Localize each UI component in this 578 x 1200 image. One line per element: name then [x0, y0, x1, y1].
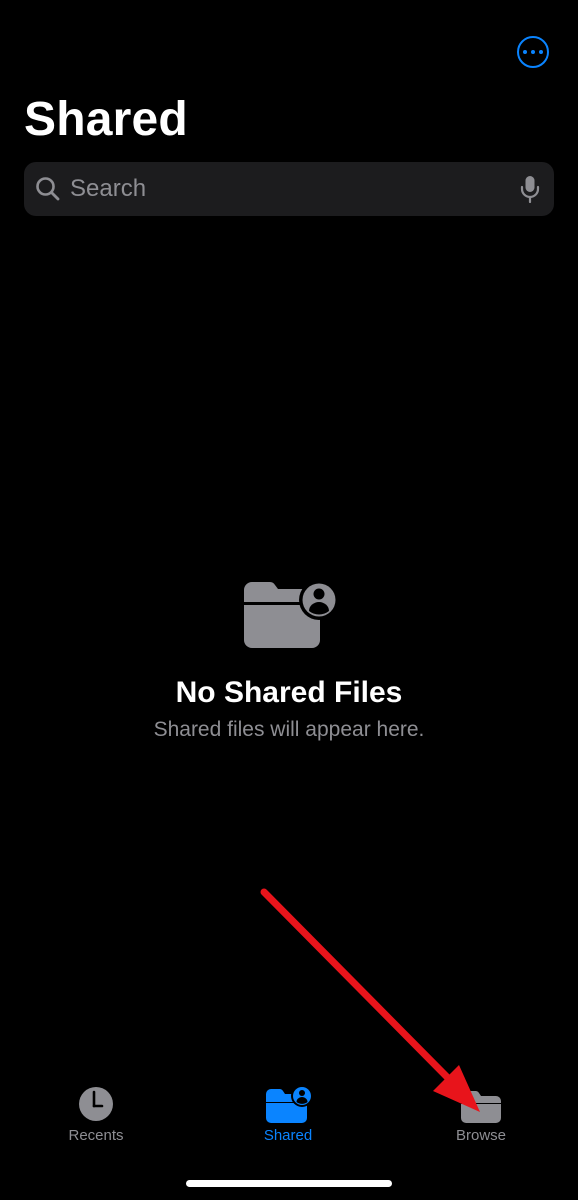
more-dot: [531, 50, 535, 54]
microphone-icon[interactable]: [520, 175, 540, 203]
more-dot: [523, 50, 527, 54]
search-icon: [36, 177, 60, 201]
tab-shared[interactable]: Shared: [228, 1084, 348, 1154]
clock-icon: [79, 1087, 113, 1121]
shared-folder-icon: [244, 580, 339, 648]
shared-folder-icon: [266, 1085, 312, 1123]
empty-state-title: No Shared Files: [175, 676, 403, 709]
tab-label: Browse: [455, 1127, 507, 1144]
more-options-button[interactable]: [517, 36, 549, 68]
tab-label: Recents: [68, 1127, 124, 1144]
tab-browse[interactable]: Browse: [421, 1084, 541, 1154]
page-title: Shared: [24, 93, 188, 146]
tab-recents[interactable]: Recents: [36, 1084, 156, 1154]
search-bar[interactable]: Search: [24, 162, 554, 216]
more-dot: [539, 50, 543, 54]
folder-icon: [461, 1091, 501, 1123]
home-indicator: [186, 1180, 392, 1187]
tab-label: Shared: [263, 1127, 313, 1144]
search-input[interactable]: Search: [70, 175, 146, 203]
empty-state-subtitle: Shared files will appear here.: [153, 718, 425, 741]
